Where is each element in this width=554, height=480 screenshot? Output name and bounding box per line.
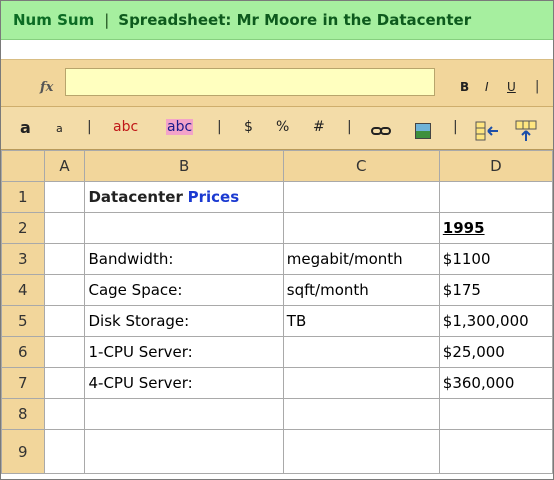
text-color-button[interactable]: abc (113, 119, 138, 135)
sheet-table: A B C D 1 Datacenter Prices 2 1995 3 Ban… (1, 150, 553, 474)
cell-a4[interactable] (43, 274, 86, 306)
toolbar-separator: | (87, 119, 92, 135)
insert-column-icon[interactable] (475, 121, 499, 141)
cell-c4[interactable]: sqft/month (282, 274, 440, 306)
formula-bar: fx B I U | (1, 59, 553, 107)
cell-b3[interactable]: Bandwidth: (84, 243, 284, 275)
spreadsheet-window: Num Sum | Spreadsheet: Mr Moore in the D… (0, 0, 554, 480)
column-header-b[interactable]: B (84, 150, 284, 182)
row-header[interactable]: 5 (1, 305, 45, 337)
cell-b4[interactable]: Cage Space: (84, 274, 284, 306)
cell-b1-accent-text: Prices (187, 188, 240, 206)
font-bigger-button[interactable]: a (20, 118, 31, 137)
cell-b2[interactable] (84, 212, 284, 244)
underline-button[interactable]: U (507, 80, 516, 94)
cell-c5[interactable]: TB (282, 305, 440, 337)
cell-b1-text: Datacenter (88, 188, 183, 206)
cell-a2[interactable] (43, 212, 86, 244)
cell-a6[interactable] (43, 336, 86, 368)
cell-c1[interactable] (282, 181, 440, 213)
column-header-a[interactable]: A (43, 150, 86, 182)
cell-c3[interactable]: megabit/month (282, 243, 440, 275)
cell-a1[interactable] (43, 181, 86, 213)
app-name[interactable]: Num Sum (13, 11, 94, 29)
background-color-button[interactable]: abc (166, 119, 194, 135)
toolbar: a a | abc abc | $ % # | | (1, 107, 553, 150)
formula-input[interactable] (65, 68, 435, 96)
row-header[interactable]: 8 (1, 398, 45, 430)
cell-a8[interactable] (43, 398, 86, 430)
column-header-d[interactable]: D (438, 150, 553, 182)
cell-b7[interactable]: 4-CPU Server: (84, 367, 284, 399)
cell-d3[interactable]: $1100 (438, 243, 553, 275)
insert-image-icon[interactable] (415, 123, 431, 139)
cell-b1[interactable]: Datacenter Prices (84, 181, 284, 213)
fx-icon: fx (40, 80, 54, 95)
format-separator: | (535, 79, 540, 94)
select-all-corner[interactable] (1, 150, 45, 182)
cell-c7[interactable] (282, 367, 440, 399)
cell-d4[interactable]: $175 (438, 274, 553, 306)
toolbar-separator: | (217, 119, 222, 135)
cell-d5[interactable]: $1,300,000 (438, 305, 553, 337)
currency-format-button[interactable]: $ (244, 119, 253, 135)
cell-d1[interactable] (438, 181, 553, 213)
bold-button[interactable]: B (460, 80, 469, 94)
cell-c9[interactable] (282, 429, 440, 474)
cell-c2[interactable] (282, 212, 440, 244)
cell-d8[interactable] (438, 398, 553, 430)
cell-c8[interactable] (282, 398, 440, 430)
cell-b6[interactable]: 1-CPU Server: (84, 336, 284, 368)
cell-b8[interactable] (84, 398, 284, 430)
cell-d6[interactable]: $25,000 (438, 336, 553, 368)
link-icon[interactable] (371, 127, 391, 135)
row-header[interactable]: 7 (1, 367, 45, 399)
row-header[interactable]: 1 (1, 181, 45, 213)
cell-b9[interactable] (84, 429, 284, 474)
year-label: 1995 (442, 219, 485, 237)
spreadsheet-title: Spreadsheet: Mr Moore in the Datacenter (118, 11, 472, 29)
column-header-c[interactable]: C (282, 150, 440, 182)
cell-d2[interactable]: 1995 (438, 212, 553, 244)
row-header[interactable]: 3 (1, 243, 45, 275)
row-header[interactable]: 6 (1, 336, 45, 368)
cell-c6[interactable] (282, 336, 440, 368)
cell-a5[interactable] (43, 305, 86, 337)
italic-button[interactable]: I (485, 80, 489, 94)
cell-a9[interactable] (43, 429, 86, 474)
spreadsheet-grid: A B C D 1 Datacenter Prices 2 1995 3 Ban… (1, 150, 553, 474)
row-header[interactable]: 4 (1, 274, 45, 306)
cell-a7[interactable] (43, 367, 86, 399)
title-separator: | (104, 11, 110, 29)
row-header[interactable]: 2 (1, 212, 45, 244)
number-format-button[interactable]: # (313, 119, 325, 135)
cell-d9[interactable] (438, 429, 553, 474)
row-header[interactable]: 9 (1, 429, 45, 474)
insert-row-icon[interactable] (515, 120, 537, 142)
cell-b5[interactable]: Disk Storage: (84, 305, 284, 337)
cell-a3[interactable] (43, 243, 86, 275)
toolbar-separator: | (347, 119, 352, 135)
font-smaller-button[interactable]: a (56, 122, 63, 135)
toolbar-separator: | (453, 119, 458, 135)
percent-format-button[interactable]: % (276, 119, 289, 135)
title-bar: Num Sum | Spreadsheet: Mr Moore in the D… (1, 1, 553, 40)
cell-d7[interactable]: $360,000 (438, 367, 553, 399)
